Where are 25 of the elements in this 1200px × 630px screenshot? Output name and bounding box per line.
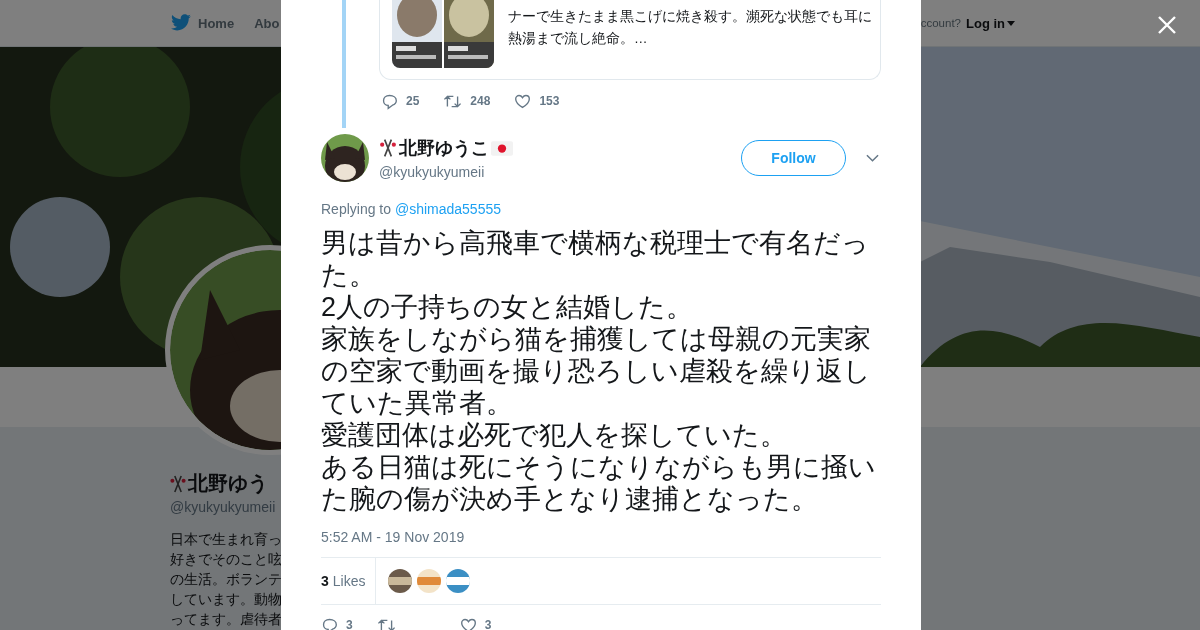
login-link[interactable]: Log in — [966, 15, 1015, 31]
bio-line: 好きでそのこと呟 — [170, 550, 282, 569]
caret-icon — [1007, 20, 1015, 26]
quoted-text-line: 熱湯まで流し絶命。… — [508, 30, 649, 48]
likes-count[interactable]: 3 Likes — [321, 558, 377, 604]
profile-handle: @kyukyukyumeii — [170, 499, 276, 515]
nav-link[interactable]: Home — [170, 14, 235, 32]
bio-line: ってます。虐待者 — [170, 610, 282, 629]
profile-name: 北野ゆう — [188, 471, 268, 496]
tweet-text: 愛護団体は必死で犯人を探していた。 — [321, 419, 788, 451]
like-action[interactable]: 3 — [459, 616, 492, 630]
tweet-text: ある日猫は死にそうになりながらも男に掻いた腕の傷が決め手となり逮捕となった。 — [321, 451, 877, 515]
bio-line: 日本で生まれ育っ — [170, 530, 282, 549]
reply-icon — [321, 616, 338, 630]
ribbon-icon — [170, 473, 186, 494]
reply-action[interactable]: 3 — [321, 616, 353, 630]
bio-line: の生活。ボランテ — [170, 570, 282, 589]
nav-link[interactable]: Abo — [254, 15, 280, 31]
account-prompt: ccount? — [920, 17, 961, 29]
heart-icon — [459, 616, 477, 630]
close-icon[interactable] — [1157, 15, 1177, 35]
tweet-timestamp: 5:52 AM - 19 Nov 2019 — [321, 529, 466, 545]
bio-line: しています。動物 — [170, 590, 282, 609]
bird-icon — [170, 14, 192, 32]
quoted-text-line: ナーで生きたまま黒こげに焼き殺す。瀕死な状態でも耳に — [508, 8, 872, 26]
